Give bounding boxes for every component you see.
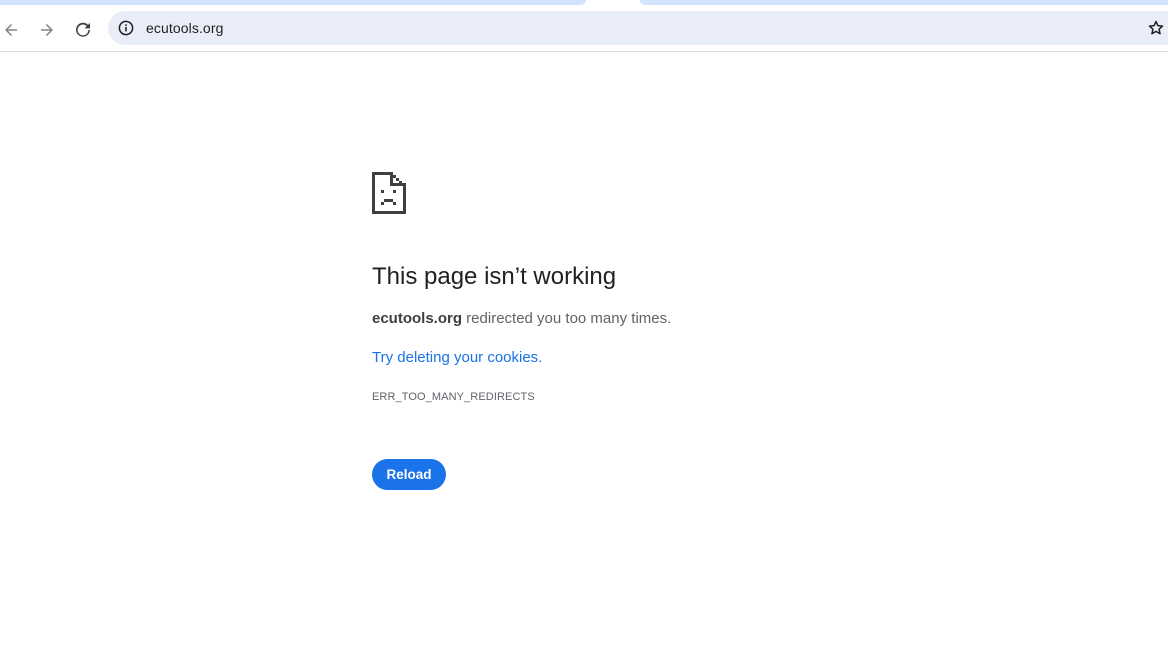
suggestion-period: . <box>538 349 543 366</box>
suggestion: Try deleting your cookies. <box>372 349 542 367</box>
inactive-tab-left[interactable] <box>0 0 586 5</box>
delete-cookies-link[interactable]: Try deleting your cookies <box>372 349 538 366</box>
error-description: ecutools.org redirected you too many tim… <box>372 310 671 328</box>
forward-button[interactable] <box>34 17 60 43</box>
reload-nav-button[interactable] <box>70 17 96 43</box>
error-description-text: redirected you too many times. <box>462 310 672 327</box>
site-info-button[interactable] <box>117 19 135 37</box>
arrow-right-icon <box>41 24 53 36</box>
inactive-tab-right[interactable] <box>640 0 1168 5</box>
bookmark-button[interactable] <box>1145 17 1167 39</box>
error-title: This page isn’t working <box>372 263 617 290</box>
browser-toolbar: ecutools.org <box>0 8 1168 51</box>
tab-strip <box>0 0 1168 8</box>
address-bar[interactable]: ecutools.org <box>108 11 1168 45</box>
error-domain: ecutools.org <box>372 310 463 327</box>
url-text[interactable]: ecutools.org <box>146 20 223 36</box>
reload-icon <box>76 22 90 37</box>
error-code: ERR_TOO_MANY_REDIRECTS <box>372 391 535 403</box>
info-circle-icon <box>118 20 134 36</box>
sad-page-icon <box>372 172 406 214</box>
back-button[interactable] <box>0 17 24 43</box>
toolbar-divider <box>0 51 1168 52</box>
reload-button[interactable]: Reload <box>372 459 446 490</box>
star-outline-icon <box>1148 20 1164 35</box>
arrow-left-icon <box>5 24 17 36</box>
